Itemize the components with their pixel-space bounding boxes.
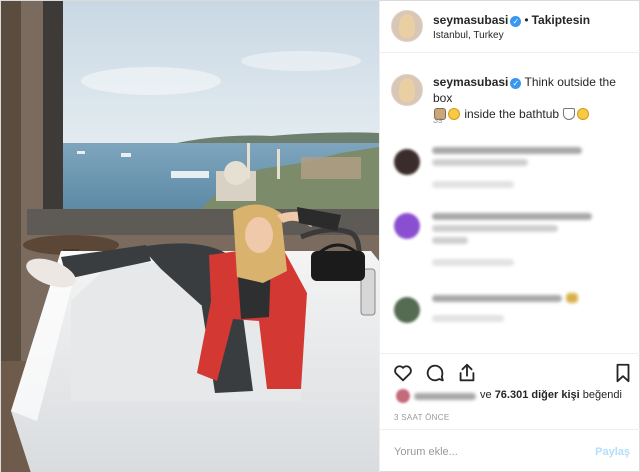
caption-author-avatar[interactable] (391, 74, 423, 106)
blurred-comment-text (432, 225, 558, 232)
blurred-comment-meta (432, 259, 514, 266)
likes-text: ve 76.301 diğer kişi beğendi (480, 389, 622, 401)
blurred-comment-emoji (566, 293, 578, 303)
author-avatar[interactable] (391, 10, 423, 42)
blurred-comment-text (432, 147, 582, 154)
caption-text: seymasubasi ✓ Think outside the box insid… (433, 74, 633, 122)
likes-count[interactable]: 76.301 diğer kişi (495, 389, 580, 401)
commenter-avatar (394, 149, 420, 175)
blurred-comment-text (432, 213, 592, 220)
share-icon[interactable] (456, 362, 478, 384)
commenter-avatar (394, 297, 420, 323)
blurred-liker-name (414, 393, 476, 400)
commenter-avatar (394, 213, 420, 239)
bathtub-emoji-icon (563, 108, 576, 120)
heart-icon[interactable] (392, 362, 414, 384)
comment-item[interactable] (380, 289, 640, 345)
likes-suffix: beğendi (582, 389, 622, 401)
caption-text-part2: inside the bathtub (464, 107, 560, 121)
blurred-comment-text (432, 295, 562, 302)
separator-dot: • (524, 13, 529, 27)
location-link[interactable]: Istanbul, Turkey (433, 30, 504, 41)
laughing-emoji-icon (577, 108, 590, 120)
instagram-post-window: seymasubasi ✓ • Takiptesin Istanbul, Turkey… (0, 0, 640, 472)
comment-input[interactable]: Yorum ekle... (394, 446, 458, 458)
verified-icon: ✓ (510, 16, 522, 27)
caption-username[interactable]: seymasubasi (433, 75, 508, 89)
post-sidebar: seymasubasi ✓ • Takiptesin Istanbul, Turkey… (379, 1, 640, 472)
verified-icon: ✓ (510, 78, 522, 89)
comment-icon[interactable] (424, 362, 446, 384)
likes-summary[interactable]: ve 76.301 diğer kişi beğendi (380, 387, 640, 407)
follow-status-button[interactable]: Takiptesin (532, 13, 590, 27)
blurred-comment-meta (432, 181, 514, 188)
post-actions-bar (380, 353, 640, 391)
caption-time: 3s (433, 115, 443, 125)
bookmark-icon[interactable] (612, 362, 634, 384)
liker-avatar (396, 389, 410, 403)
post-photo[interactable] (1, 1, 379, 472)
blurred-comment-meta (432, 315, 504, 322)
thinking-emoji-icon (448, 108, 460, 120)
likes-prefix: ve (480, 389, 492, 401)
post-header: seymasubasi ✓ • Takiptesin Istanbul, Turkey (380, 1, 640, 53)
comment-item[interactable] (380, 141, 640, 197)
add-comment-bar: Yorum ekle... Paylaş (380, 429, 640, 472)
author-username[interactable]: seymasubasi (433, 13, 508, 27)
post-photo-illustration (1, 1, 379, 472)
post-timestamp[interactable]: 3 SAAT ÖNCE (394, 413, 449, 422)
comment-item[interactable] (380, 205, 640, 266)
post-comment-button[interactable]: Paylaş (595, 446, 630, 458)
blurred-comment-text (432, 237, 468, 244)
header-title-line: seymasubasi ✓ • Takiptesin (433, 13, 590, 27)
blurred-comment-text (432, 159, 528, 166)
